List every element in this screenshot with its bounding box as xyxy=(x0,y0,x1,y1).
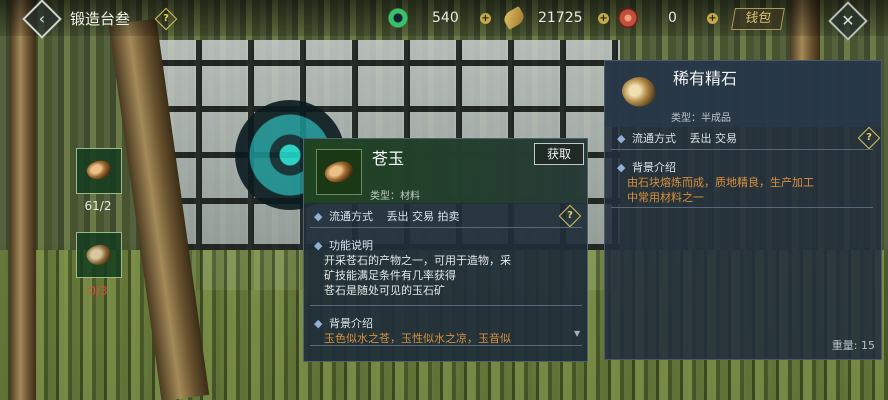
bullet-icon: ◆ xyxy=(314,210,323,223)
bullet-icon: ◆ xyxy=(617,132,626,145)
background-title: ◆ 背景介绍 xyxy=(314,315,576,331)
circulation-values: 丢出 交易 xyxy=(689,132,737,145)
currency-value: 21725 xyxy=(538,10,583,26)
circulation-values: 丢出 交易 拍卖 xyxy=(386,210,460,223)
back-button[interactable]: ‹ xyxy=(22,0,62,39)
close-icon: ✕ xyxy=(841,11,855,30)
desc-line: 苍石是随处可见的玉石矿 xyxy=(324,284,445,297)
help-icon[interactable]: ? xyxy=(154,7,178,31)
circulation-row: ◆ 流通方式 丢出 交易 xyxy=(617,130,879,146)
material-item-icon xyxy=(83,240,115,270)
bullet-icon: ◆ xyxy=(314,317,323,330)
item-type: 类型：材料 xyxy=(370,191,420,202)
rare-stone-icon xyxy=(618,71,660,113)
weight-text: 重量: 15 xyxy=(831,339,875,352)
function-title: ◆ 功能说明 xyxy=(314,237,576,253)
background-desc: 玉色似水之苍，玉性似水之凉，玉音似 xyxy=(324,332,511,345)
currency-leaf xyxy=(501,6,527,30)
material-count: 61/2 xyxy=(84,199,112,213)
function-title-text: 功能说明 xyxy=(328,239,373,252)
wallet-button[interactable]: 钱包 xyxy=(731,8,785,30)
divider xyxy=(310,345,582,346)
background-title: ◆ 背景介绍 xyxy=(617,159,879,175)
background-title-text: 背景介绍 xyxy=(328,317,373,330)
divider xyxy=(310,227,582,228)
currency-value: 0 xyxy=(668,10,677,26)
close-button[interactable]: ✕ xyxy=(828,1,868,41)
add-currency-button[interactable]: + xyxy=(480,13,491,24)
item-name: 苍玉 xyxy=(372,149,405,168)
material-slot[interactable] xyxy=(76,148,122,194)
divider xyxy=(611,207,873,208)
desc-line: 矿技能满足条件有几率获得 xyxy=(324,269,456,282)
red-token-icon xyxy=(618,8,638,28)
jade-stone-icon xyxy=(322,157,356,187)
desc-line: 由石块熔炼而成，质地精良，生产加工 xyxy=(627,176,814,189)
circulation-label: 流通方式 xyxy=(328,210,373,223)
currency-jade xyxy=(388,7,408,29)
item-header: 苍玉 获取 类型：材料 xyxy=(304,139,587,203)
material-item-icon xyxy=(84,156,114,184)
scroll-down-icon[interactable]: ▼ xyxy=(574,329,580,338)
currency-value: 540 xyxy=(432,10,459,26)
page-title: 锻造台叁 xyxy=(70,10,131,28)
item-icon-frame xyxy=(316,149,362,195)
bullet-icon: ◆ xyxy=(314,239,323,252)
desc-line: 开采苍石的产物之一，可用于造物，采 xyxy=(324,254,511,267)
jade-coin-icon xyxy=(388,8,408,28)
chevron-left-icon: ‹ xyxy=(38,9,46,28)
add-currency-button[interactable]: + xyxy=(598,13,609,24)
function-desc: 开采苍石的产物之一，可用于造物，采 矿技能满足条件有几率获得 苍石是随处可见的玉… xyxy=(324,253,574,298)
obtain-button[interactable]: 获取 xyxy=(534,143,584,165)
component-header: 稀有精石 类型：半成品 xyxy=(605,61,881,127)
circulation-row: ◆ 流通方式 丢出 交易 拍卖 xyxy=(314,208,576,224)
component-type: 类型：半成品 xyxy=(671,113,731,124)
desc-line: 中常用材料之一 xyxy=(627,191,704,204)
bullet-icon: ◆ xyxy=(617,161,626,174)
divider xyxy=(310,305,582,306)
component-name: 稀有精石 xyxy=(673,69,738,88)
material-slot[interactable] xyxy=(76,232,122,278)
material-count: 0/3 xyxy=(88,284,108,298)
add-currency-button[interactable]: + xyxy=(707,13,718,24)
item-detail-panel: 苍玉 获取 类型：材料 ◆ 流通方式 丢出 交易 拍卖 ? ◆ 功能说明 开采苍… xyxy=(303,138,588,362)
background-desc: 由石块熔炼而成，质地精良，生产加工 中常用材料之一 xyxy=(627,175,877,205)
divider xyxy=(611,149,873,150)
background-title-text: 背景介绍 xyxy=(631,161,676,174)
bamboo-post xyxy=(10,0,36,400)
component-detail-panel: 稀有精石 类型：半成品 ◆ 流通方式 丢出 交易 ? ◆ 背景介绍 由石块熔炼而… xyxy=(604,60,882,360)
circulation-label: 流通方式 xyxy=(631,132,676,145)
top-bar: ‹ 锻造台叁 ? 540 + 21725 + 0 + 钱包 ✕ xyxy=(0,0,888,41)
leaf-currency-icon xyxy=(501,6,527,30)
currency-red xyxy=(618,7,638,29)
